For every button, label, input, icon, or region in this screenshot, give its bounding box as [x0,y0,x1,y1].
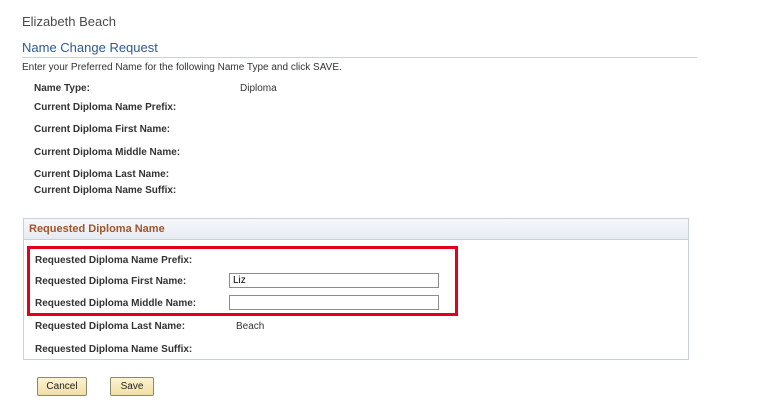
group-header: Requested Diploma Name [24,219,688,240]
current-prefix-label: Current Diploma Name Prefix: [34,102,177,113]
instructions-text: Enter your Preferred Name for the follow… [22,62,342,73]
current-middle-name-label: Current Diploma Middle Name: [34,147,181,158]
person-name: Elizabeth Beach [22,14,116,29]
highlight-box [27,246,458,316]
cancel-button[interactable]: Cancel [37,377,87,396]
page-title: Name Change Request [22,40,158,55]
group-title: Requested Diploma Name [29,223,165,235]
current-first-name-label: Current Diploma First Name: [34,124,171,135]
name-type-value: Diploma [240,83,277,94]
current-suffix-label: Current Diploma Name Suffix: [34,185,177,196]
save-button[interactable]: Save [110,377,154,396]
requested-suffix-label: Requested Diploma Name Suffix: [35,344,193,355]
name-type-label: Name Type: [34,83,90,94]
current-last-name-label: Current Diploma Last Name: [34,169,170,180]
requested-last-name-label: Requested Diploma Last Name: [35,321,186,332]
title-divider [22,57,697,58]
requested-last-name-value: Beach [236,321,265,332]
